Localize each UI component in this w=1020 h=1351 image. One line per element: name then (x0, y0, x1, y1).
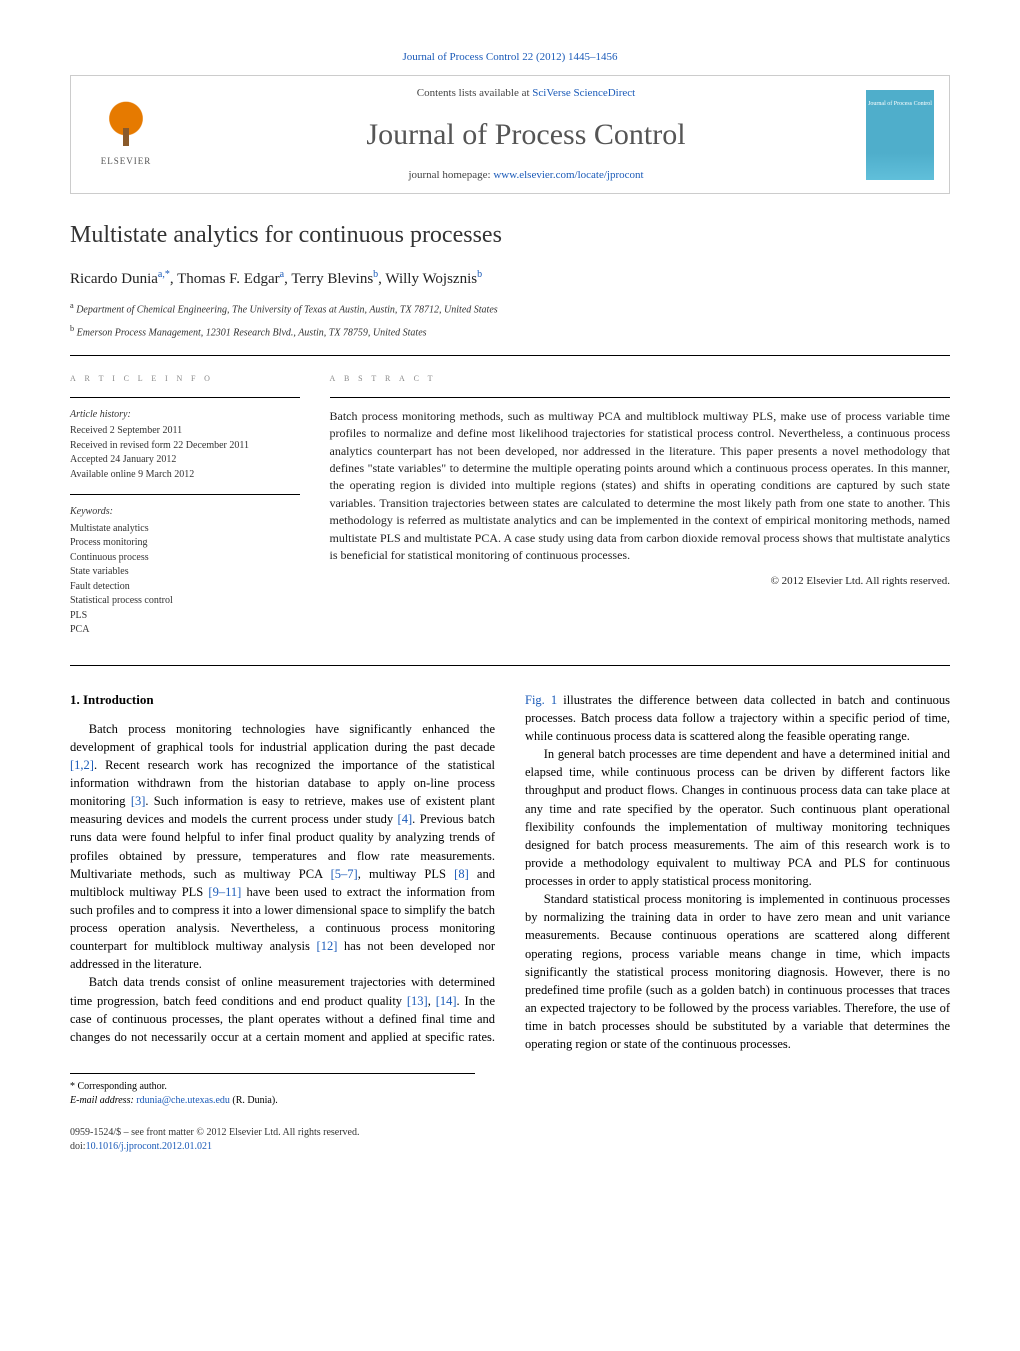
contents-line: Contents lists available at SciVerse Sci… (186, 86, 866, 101)
body-text: , multiway PLS (358, 867, 454, 881)
keyword: PLS (70, 609, 300, 624)
citation-link[interactable]: [14] (436, 994, 457, 1008)
article-info-heading: a r t i c l e i n f o (70, 371, 300, 386)
body-text: illustrates the difference between data … (525, 693, 950, 743)
keyword: State variables (70, 565, 300, 580)
affiliation-b: b Emerson Process Management, 12301 Rese… (70, 323, 950, 340)
keyword: Statistical process control (70, 594, 300, 609)
keywords-label: Keywords: (70, 505, 300, 520)
citation-link[interactable]: [12] (317, 939, 338, 953)
body-paragraph: Batch process monitoring technologies ha… (70, 720, 495, 974)
sciencedirect-link[interactable]: SciVerse ScienceDirect (532, 87, 635, 99)
email-person: (R. Dunia). (230, 1095, 278, 1106)
abstract-divider (330, 397, 951, 398)
article-title: Multistate analytics for continuous proc… (70, 219, 950, 253)
contents-prefix: Contents lists available at (417, 87, 532, 99)
author-2: Thomas F. Edgar (177, 271, 280, 287)
doi-prefix: doi: (70, 1141, 86, 1152)
homepage-link[interactable]: www.elsevier.com/locate/jprocont (493, 169, 643, 181)
body-paragraph: In general batch processes are time depe… (525, 745, 950, 890)
article-body: 1. Introduction Batch process monitoring… (70, 691, 950, 1054)
homepage-prefix: journal homepage: (408, 169, 493, 181)
journal-cover-thumbnail: Journal of Process Control (866, 90, 934, 180)
info-divider (70, 494, 300, 495)
journal-name: Journal of Process Control (186, 114, 866, 156)
info-divider (70, 397, 300, 398)
abstract-heading: a b s t r a c t (330, 371, 951, 386)
abstract-panel: a b s t r a c t Batch process monitoring… (330, 371, 951, 649)
email-link[interactable]: rdunia@che.utexas.edu (136, 1095, 230, 1106)
history-accepted: Accepted 24 January 2012 (70, 453, 300, 468)
elsevier-tree-icon (101, 101, 151, 151)
abstract-text: Batch process monitoring methods, such a… (330, 408, 951, 565)
author-3: Terry Blevins (291, 271, 373, 287)
body-text: , (428, 994, 436, 1008)
journal-header: Journal of Process Control 22 (2012) 144… (70, 50, 950, 65)
keyword: Continuous process (70, 551, 300, 566)
citation-link[interactable]: [8] (454, 867, 469, 881)
history-online: Available online 9 March 2012 (70, 468, 300, 483)
corresponding-author-note: * Corresponding author. (70, 1080, 475, 1094)
keyword: Multistate analytics (70, 522, 300, 537)
author-4: Willy Wojsznis (385, 271, 477, 287)
affiliation-a: a Department of Chemical Engineering, Th… (70, 300, 950, 317)
journal-ref-link[interactable]: Journal of Process Control 22 (2012) 144… (402, 51, 617, 63)
publisher-logo: ELSEVIER (86, 95, 166, 175)
homepage-line: journal homepage: www.elsevier.com/locat… (186, 168, 866, 183)
author-1: Ricardo Dunia (70, 271, 158, 287)
history-label: Article history: (70, 408, 300, 423)
abstract-copyright: © 2012 Elsevier Ltd. All rights reserved… (330, 574, 951, 589)
divider (70, 665, 950, 666)
authors-line: Ricardo Duniaa,*, Thomas F. Edgara, Terr… (70, 268, 950, 290)
author-1-affil[interactable]: a,* (158, 269, 170, 280)
body-paragraph: Standard statistical process monitoring … (525, 890, 950, 1053)
history-revised: Received in revised form 22 December 201… (70, 439, 300, 454)
issn-line: 0959-1524/$ – see front matter © 2012 El… (70, 1126, 950, 1140)
bottom-meta: 0959-1524/$ – see front matter © 2012 El… (70, 1126, 950, 1154)
citation-link[interactable]: [1,2] (70, 758, 94, 772)
citation-link[interactable]: [9–11] (208, 885, 241, 899)
history-received: Received 2 September 2011 (70, 424, 300, 439)
keyword: Process monitoring (70, 536, 300, 551)
keyword: PCA (70, 623, 300, 638)
publisher-name: ELSEVIER (101, 155, 152, 168)
masthead: ELSEVIER Contents lists available at Sci… (70, 75, 950, 194)
affil-b-text: Emerson Process Management, 12301 Resear… (77, 327, 427, 338)
divider (70, 355, 950, 356)
doi-link[interactable]: 10.1016/j.jprocont.2012.01.021 (86, 1141, 212, 1152)
affil-a-text: Department of Chemical Engineering, The … (76, 304, 497, 315)
citation-link[interactable]: [3] (131, 794, 146, 808)
footnotes: * Corresponding author. E-mail address: … (70, 1073, 475, 1108)
citation-link[interactable]: [13] (407, 994, 428, 1008)
citation-link[interactable]: [5–7] (331, 867, 358, 881)
email-line: E-mail address: rdunia@che.utexas.edu (R… (70, 1094, 475, 1108)
citation-link[interactable]: [4] (398, 812, 413, 826)
email-label: E-mail address: (70, 1095, 136, 1106)
body-text: Batch process monitoring technologies ha… (70, 722, 495, 754)
author-3-affil[interactable]: b (373, 269, 378, 280)
section-1-heading: 1. Introduction (70, 691, 495, 710)
keyword: Fault detection (70, 580, 300, 595)
article-info-panel: a r t i c l e i n f o Article history: R… (70, 371, 300, 649)
author-2-affil[interactable]: a (280, 269, 284, 280)
author-4-affil[interactable]: b (477, 269, 482, 280)
cover-text: Journal of Process Control (868, 100, 932, 108)
figure-link[interactable]: Fig. 1 (525, 693, 557, 707)
